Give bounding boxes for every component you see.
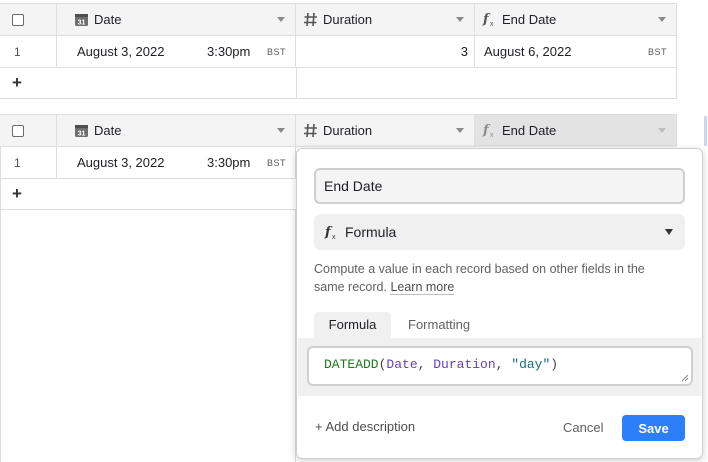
learn-more-link[interactable]: Learn more [390, 280, 455, 295]
chevron-down-icon[interactable] [456, 17, 464, 22]
calendar-icon: 31 [75, 14, 88, 27]
field-type-description: Compute a value in each record based on … [314, 260, 674, 296]
date-cell[interactable]: August 3, 2022 3:30pm BST [57, 147, 296, 178]
add-row[interactable]: + [0, 179, 296, 210]
select-all-checkbox[interactable] [12, 125, 24, 137]
timezone-label: BST [647, 47, 667, 57]
svg-text:31: 31 [78, 20, 86, 27]
formula-separator: , [417, 357, 434, 372]
row-number: 1 [14, 156, 21, 170]
row-number-cell: 1 [0, 36, 57, 67]
row-number: 1 [14, 45, 21, 59]
column-label: Date [94, 123, 122, 138]
end-date-value: August 6, 2022 [484, 44, 572, 59]
column-header-date[interactable]: 31 Date [57, 115, 296, 147]
timezone-label: BST [266, 158, 286, 168]
formula-editor-panel: DATEADD(Date, Duration, "day") [298, 338, 701, 396]
cancel-button[interactable]: Cancel [563, 420, 603, 435]
add-row-cell: + [0, 68, 57, 98]
duration-value: 3 [460, 44, 468, 59]
grid-left-border [0, 147, 1, 462]
column-label: Duration [323, 123, 373, 138]
column-label: End Date [502, 12, 557, 27]
description-text: Compute a value in each record based on … [314, 262, 645, 294]
end-date-cell[interactable]: August 6, 2022 BST [475, 36, 677, 67]
row-number-cell: 1 [0, 147, 57, 178]
column-header-end-date[interactable]: fx End Date [475, 115, 677, 147]
column-header-date[interactable]: 31 Date [57, 4, 296, 36]
select-all-checkbox[interactable] [12, 14, 24, 26]
add-row[interactable]: + [0, 68, 677, 99]
time-value: 3:30pm [207, 155, 251, 170]
chevron-down-icon[interactable] [277, 17, 285, 22]
formula-separator: , [495, 357, 512, 372]
svg-text:31: 31 [78, 131, 86, 138]
chevron-down-icon[interactable] [658, 128, 666, 133]
hash-icon [304, 123, 317, 138]
column-divider [676, 68, 677, 98]
save-button[interactable]: Save [622, 415, 685, 441]
add-row-plus-icon[interactable]: + [12, 73, 22, 93]
formula-string: "day" [511, 357, 551, 372]
select-all-cell [0, 115, 57, 147]
resize-handle-icon[interactable] [681, 374, 689, 382]
column-divider [296, 68, 297, 98]
date-value: August 3, 2022 [77, 155, 165, 170]
chevron-down-icon[interactable] [277, 128, 285, 133]
formula-icon: fx [482, 123, 494, 138]
tab-formatting[interactable]: Formatting [394, 312, 484, 338]
formula-input[interactable]: DATEADD(Date, Duration, "day") [307, 346, 693, 386]
chevron-down-icon[interactable] [658, 17, 666, 22]
selection-accent [704, 116, 707, 146]
time-value: 3:30pm [207, 44, 251, 59]
select-all-cell [0, 4, 57, 36]
hash-icon [304, 12, 317, 27]
column-label: Duration [323, 12, 373, 27]
formula-icon: fx [324, 225, 336, 240]
chevron-down-icon[interactable] [456, 128, 464, 133]
header-row: 31 Date Duration fx End Date [0, 114, 677, 147]
add-description-button[interactable]: + Add description [315, 419, 415, 434]
duration-cell[interactable]: 3 [296, 36, 475, 67]
formula-field-ref: Date [386, 357, 418, 372]
tab-formula[interactable]: Formula [314, 312, 391, 338]
header-row: 31 Date Duration fx End Date [0, 3, 677, 36]
grid-top: 31 Date Duration fx End Date 1 August 3,… [0, 3, 680, 101]
date-value: August 3, 2022 [77, 44, 165, 59]
column-label: End Date [502, 123, 557, 138]
field-type-select[interactable]: fx Formula [314, 214, 685, 250]
formula-field-ref: Duration [433, 357, 496, 372]
timezone-label: BST [266, 47, 286, 57]
field-name-input[interactable] [314, 168, 685, 204]
chevron-down-icon [665, 229, 673, 235]
column-header-duration[interactable]: Duration [296, 115, 475, 147]
formula-function: DATEADD [324, 357, 379, 372]
column-header-duration[interactable]: Duration [296, 4, 475, 36]
field-type-label: Formula [345, 224, 397, 240]
calendar-icon: 31 [75, 125, 88, 138]
svg-text:x: x [332, 234, 336, 240]
formula-icon: fx [482, 12, 494, 27]
column-header-end-date[interactable]: fx End Date [475, 4, 677, 36]
svg-text:x: x [490, 132, 494, 138]
formula-paren: ) [550, 357, 559, 372]
table-row[interactable]: 1 August 3, 2022 3:30pm BST 3 August 6, … [0, 36, 677, 68]
add-row-plus-icon[interactable]: + [12, 184, 22, 204]
column-label: Date [94, 12, 122, 27]
svg-text:x: x [490, 21, 494, 27]
field-editor-popover: fx Formula Compute a value in each recor… [296, 148, 703, 459]
date-cell[interactable]: August 3, 2022 3:30pm BST [57, 36, 296, 67]
